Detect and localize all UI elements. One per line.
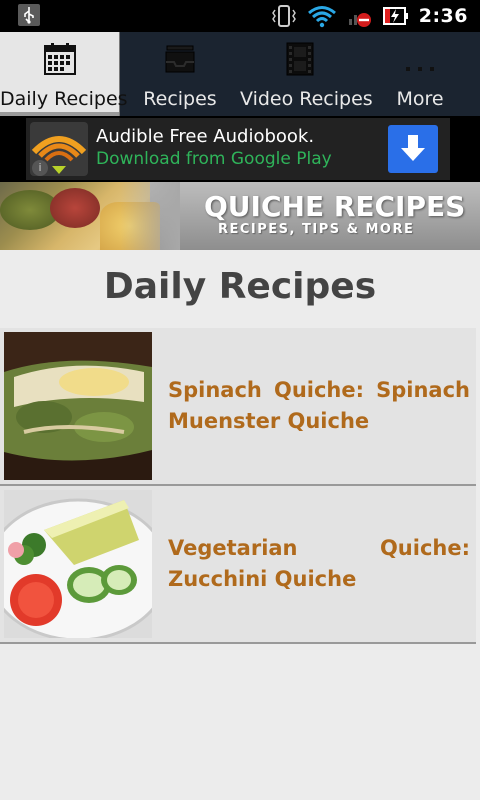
ad-banner[interactable]: i Audible Free Audiobook. Download from … bbox=[26, 118, 450, 180]
calendar-icon bbox=[43, 42, 76, 80]
page-title: Daily Recipes bbox=[103, 266, 377, 307]
tab-more[interactable]: More bbox=[360, 32, 480, 116]
recipe-thumbnail bbox=[4, 332, 152, 480]
download-arrow-icon bbox=[401, 135, 425, 161]
list-item[interactable]: Vegetarian Quiche: Zucchini Quiche bbox=[0, 486, 476, 644]
tab-label: Recipes bbox=[143, 88, 217, 110]
download-button[interactable] bbox=[388, 125, 438, 173]
tab-label: More bbox=[396, 88, 444, 110]
tab-bar: Daily Recipes Recipes Video Recipes More bbox=[0, 32, 480, 116]
tab-daily-recipes[interactable]: Daily Recipes bbox=[0, 32, 128, 116]
vibrate-icon bbox=[271, 5, 296, 27]
banner-title: QUICHE RECIPES bbox=[204, 190, 466, 223]
tab-label: Video Recipes bbox=[240, 88, 373, 110]
recipe-title: Vegetarian Quiche: Zucchini Quiche bbox=[168, 536, 470, 591]
tab-label: Daily Recipes bbox=[0, 88, 128, 110]
no-signal-icon bbox=[348, 13, 371, 27]
recipe-title: Spinach Quiche: Spinach Muenster Quiche bbox=[168, 378, 470, 433]
inbox-tray-icon bbox=[163, 42, 197, 80]
list-item[interactable]: Spinach Quiche: Spinach Muenster Quiche bbox=[0, 328, 476, 486]
wifi-icon bbox=[307, 6, 336, 28]
header-banner: QUICHE RECIPES RECIPES, TIPS & MORE bbox=[0, 182, 480, 250]
status-bar: 2:36 bbox=[0, 0, 480, 32]
ad-info-icon[interactable]: i bbox=[32, 160, 48, 176]
recipe-list: Spinach Quiche: Spinach Muenster Quiche bbox=[0, 328, 476, 644]
tab-video-recipes[interactable]: Video Recipes bbox=[240, 32, 373, 116]
more-dots-icon bbox=[403, 42, 437, 80]
ad-banner-strip: i Audible Free Audiobook. Download from … bbox=[0, 116, 480, 182]
ad-title: Audible Free Audiobook. bbox=[96, 126, 315, 147]
clock: 2:36 bbox=[418, 5, 468, 27]
film-strip-icon bbox=[286, 42, 314, 80]
tab-recipes[interactable]: Recipes bbox=[120, 32, 240, 116]
banner-subtitle: RECIPES, TIPS & MORE bbox=[218, 222, 415, 237]
ad-subtitle: Download from Google Play bbox=[96, 149, 332, 169]
usb-debug-icon bbox=[18, 4, 40, 26]
battery-charging-icon bbox=[382, 7, 408, 25]
recipe-thumbnail bbox=[4, 490, 152, 638]
